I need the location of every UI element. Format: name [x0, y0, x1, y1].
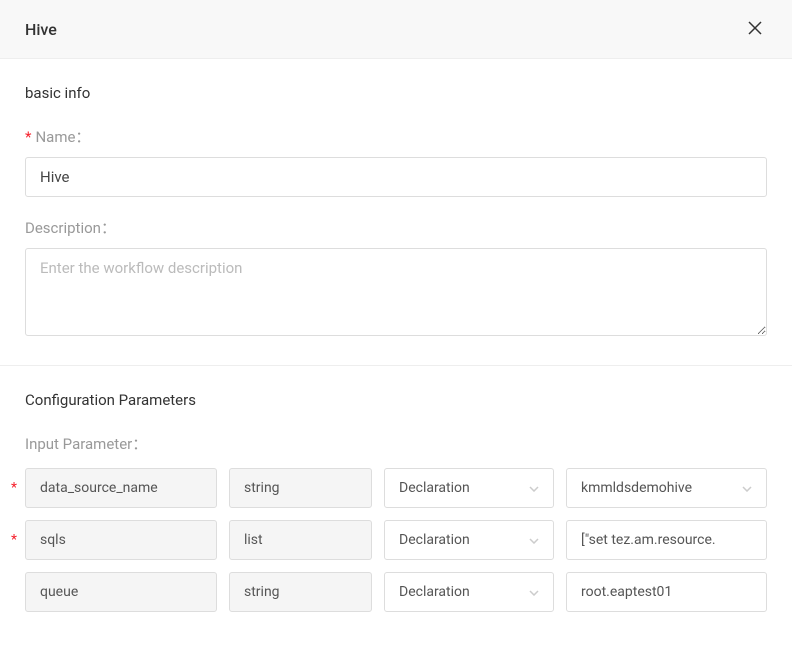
param-row: * queue string Declaration root.eaptest0… [25, 572, 767, 612]
chevron-down-icon [529, 482, 539, 495]
config-params-heading: Configuration Parameters [25, 391, 767, 409]
dialog-title: Hive [25, 20, 57, 39]
param-type-box: string [229, 572, 372, 612]
required-mark: * [11, 532, 19, 548]
param-name-box: data_source_name [25, 468, 217, 508]
param-value-input[interactable]: ["set tez.am.resource. [566, 520, 767, 560]
chevron-down-icon [529, 534, 539, 547]
param-mode-select[interactable]: Declaration [384, 520, 554, 560]
name-field-group: *Name： [25, 126, 767, 197]
param-row: * data_source_name string Declaration km… [25, 468, 767, 508]
param-type-box: list [229, 520, 372, 560]
description-label: Description： [25, 217, 767, 238]
dialog-header: Hive [0, 0, 792, 59]
divider [0, 365, 792, 366]
param-name-box: queue [25, 572, 217, 612]
chevron-down-icon [529, 586, 539, 599]
name-input[interactable] [25, 157, 767, 197]
required-mark: * [25, 128, 31, 146]
name-label: *Name： [25, 126, 767, 147]
basic-info-heading: basic info [25, 84, 767, 102]
param-row: * sqls list Declaration ["set tez.am.res… [25, 520, 767, 560]
description-field-group: Description： [25, 217, 767, 340]
param-mode-select[interactable]: Declaration [384, 572, 554, 612]
param-mode-select[interactable]: Declaration [384, 468, 554, 508]
param-value-select[interactable]: kmmldsdemohive [566, 468, 767, 508]
dialog-content: basic info *Name： Description： Configura… [0, 59, 792, 649]
description-input[interactable] [25, 248, 767, 336]
chevron-down-icon [742, 482, 752, 495]
param-value-input[interactable]: root.eaptest01 [566, 572, 767, 612]
required-mark: * [11, 480, 19, 496]
param-type-box: string [229, 468, 372, 508]
input-param-label: Input Parameter： [25, 433, 767, 454]
close-icon[interactable] [743, 15, 767, 43]
param-name-box: sqls [25, 520, 217, 560]
